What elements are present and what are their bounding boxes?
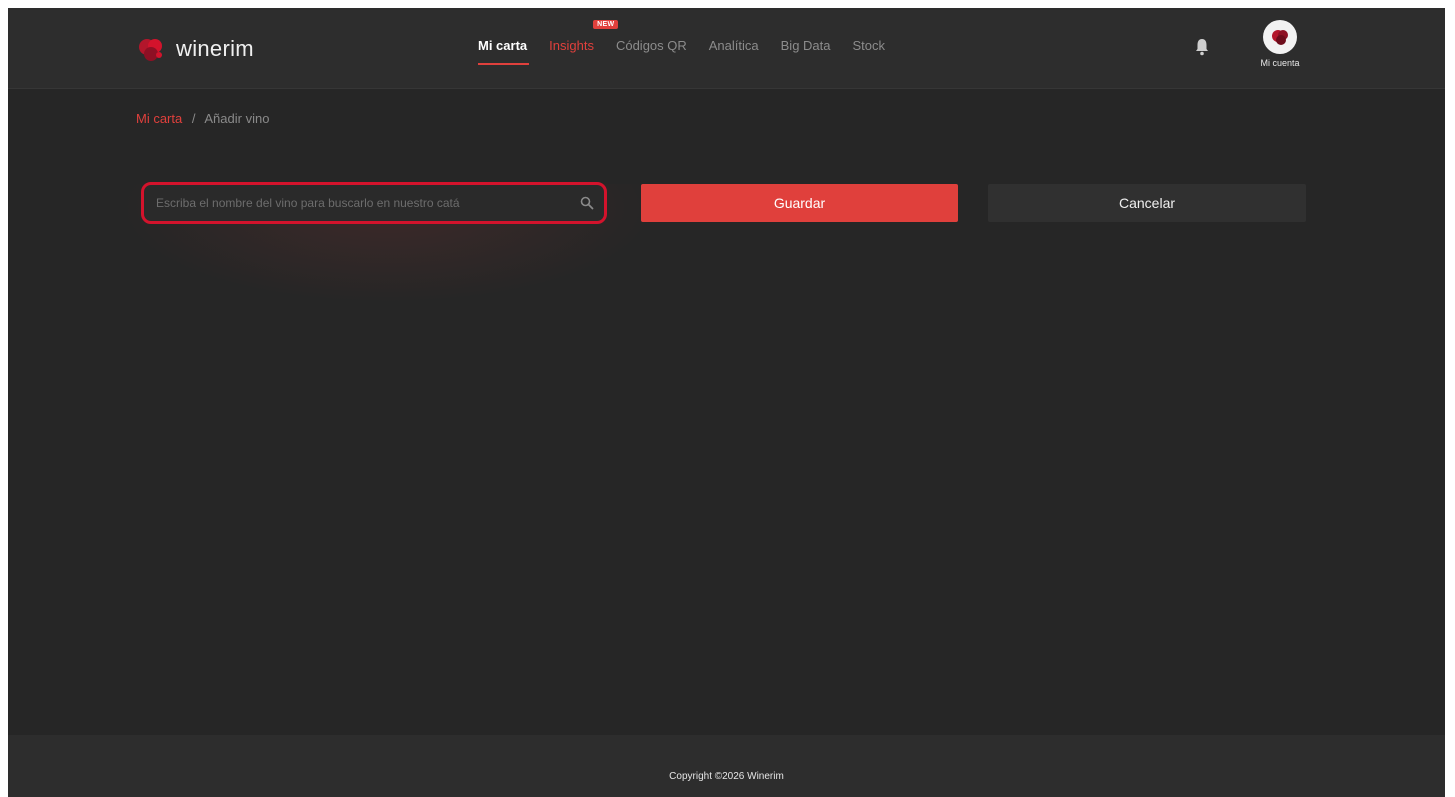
cancel-button[interactable]: Cancelar (988, 184, 1306, 222)
breadcrumb-link-mi-carta[interactable]: Mi carta (136, 111, 182, 126)
top-navbar: winerim Mi carta Insights NEW Códigos QR… (8, 8, 1445, 89)
brand-name: winerim (176, 36, 254, 61)
avatar-logo-icon (1272, 30, 1288, 45)
nav-item-analitica[interactable]: Analítica (709, 38, 759, 53)
brand-logo[interactable]: winerim (136, 34, 254, 64)
nav-item-mi-carta[interactable]: Mi carta (478, 38, 530, 65)
nav-item-stock[interactable]: Stock (853, 38, 886, 53)
avatar (1263, 20, 1297, 54)
save-button[interactable]: Guardar (641, 184, 958, 222)
main-nav: Mi carta Insights NEW Códigos QR Analíti… (478, 20, 886, 65)
account-menu[interactable]: Mi cuenta (1240, 20, 1320, 68)
breadcrumb-current: Añadir vino (204, 111, 270, 126)
account-label: Mi cuenta (1260, 58, 1300, 68)
nav-item-big-data[interactable]: Big Data (781, 38, 831, 53)
search-icon[interactable] (580, 196, 594, 210)
new-badge: NEW (593, 20, 619, 29)
nav-item-insights[interactable]: Insights NEW (549, 20, 619, 53)
copyright-text: Copyright ©2026 Winerim (669, 770, 784, 782)
nav-item-insights-label: Insights (549, 38, 594, 53)
nav-item-codigos-qr[interactable]: Códigos QR (616, 38, 687, 53)
bell-icon[interactable] (1194, 38, 1210, 56)
breadcrumb: Mi carta / Añadir vino (136, 111, 269, 126)
search-box[interactable] (141, 182, 607, 224)
breadcrumb-separator: / (191, 111, 196, 126)
logo-icon (139, 39, 162, 61)
wine-search-input[interactable] (154, 195, 580, 211)
app-window: winerim Mi carta Insights NEW Códigos QR… (8, 8, 1445, 797)
footer: Copyright ©2026 Winerim (8, 735, 1445, 797)
